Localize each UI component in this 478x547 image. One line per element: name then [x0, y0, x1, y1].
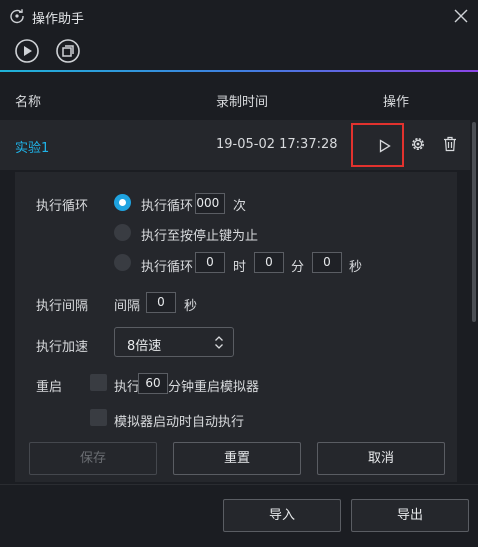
refresh-icon	[10, 9, 24, 24]
header-name: 名称	[15, 95, 42, 110]
play-button[interactable]	[351, 123, 404, 167]
close-icon[interactable]	[452, 7, 470, 25]
interval-prefix: 间隔	[114, 299, 141, 314]
recording-time: 19-05-02 17:37:28	[216, 137, 338, 152]
restart-label: 重启	[36, 380, 63, 395]
speed-label: 执行加速	[36, 340, 89, 355]
gear-icon[interactable]	[410, 136, 426, 152]
settings-panel	[15, 172, 457, 482]
play-icon	[379, 139, 391, 153]
seconds-unit: 秒	[349, 260, 363, 275]
speed-select[interactable]: 8倍速	[114, 327, 234, 357]
hours-unit: 时	[233, 260, 247, 275]
restart-minutes-input[interactable]: 60	[138, 373, 168, 394]
table-header: 名称 录制时间 操作	[0, 72, 478, 120]
stop-record-icon[interactable]	[55, 38, 81, 64]
loop-duration-prefix: 执行循环	[141, 260, 194, 275]
loop-count-unit: 次	[233, 199, 247, 214]
interval-label: 执行间隔	[36, 299, 89, 314]
recording-name[interactable]: 实验1	[15, 137, 49, 156]
hours-input[interactable]: 0	[195, 252, 225, 273]
save-button[interactable]: 保存	[29, 442, 157, 475]
table-row[interactable]: 实验1 19-05-02 17:37:28	[0, 120, 470, 170]
loop-label: 执行循环	[36, 199, 89, 214]
scrollbar[interactable]	[472, 122, 476, 322]
loop-count-prefix: 执行循环	[141, 199, 194, 214]
interval-input[interactable]: 0	[146, 292, 176, 313]
record-play-icon[interactable]	[14, 38, 40, 64]
restart-suffix: 分钟重启模拟器	[168, 380, 260, 395]
export-button[interactable]: 导出	[351, 499, 469, 532]
radio-until-stop[interactable]	[114, 224, 131, 241]
radio-loop-duration[interactable]	[114, 254, 131, 271]
restart-checkbox[interactable]	[90, 374, 107, 391]
chevron-updown-icon	[215, 336, 223, 349]
toolbar	[0, 34, 478, 70]
minutes-input[interactable]: 0	[254, 252, 284, 273]
loop-count-input[interactable]: 1000	[195, 193, 225, 214]
until-stop-label: 执行至按停止键为止	[141, 229, 259, 244]
radio-loop-count[interactable]	[114, 194, 131, 211]
seconds-input[interactable]: 0	[312, 252, 342, 273]
header-action: 操作	[383, 95, 410, 110]
header-time: 录制时间	[216, 95, 269, 110]
autorun-label: 模拟器启动时自动执行	[114, 415, 245, 430]
speed-selected: 8倍速	[127, 339, 162, 354]
trash-icon[interactable]	[443, 136, 457, 152]
title-bar: 操作助手	[0, 0, 478, 34]
reset-button[interactable]: 重置	[173, 442, 301, 475]
autorun-checkbox[interactable]	[90, 409, 107, 426]
restart-prefix: 执行	[114, 380, 141, 395]
interval-unit: 秒	[184, 299, 198, 314]
window-title: 操作助手	[32, 12, 85, 27]
import-button[interactable]: 导入	[223, 499, 341, 532]
cancel-button[interactable]: 取消	[317, 442, 445, 475]
minutes-unit: 分	[291, 260, 305, 275]
footer-divider	[0, 484, 478, 485]
